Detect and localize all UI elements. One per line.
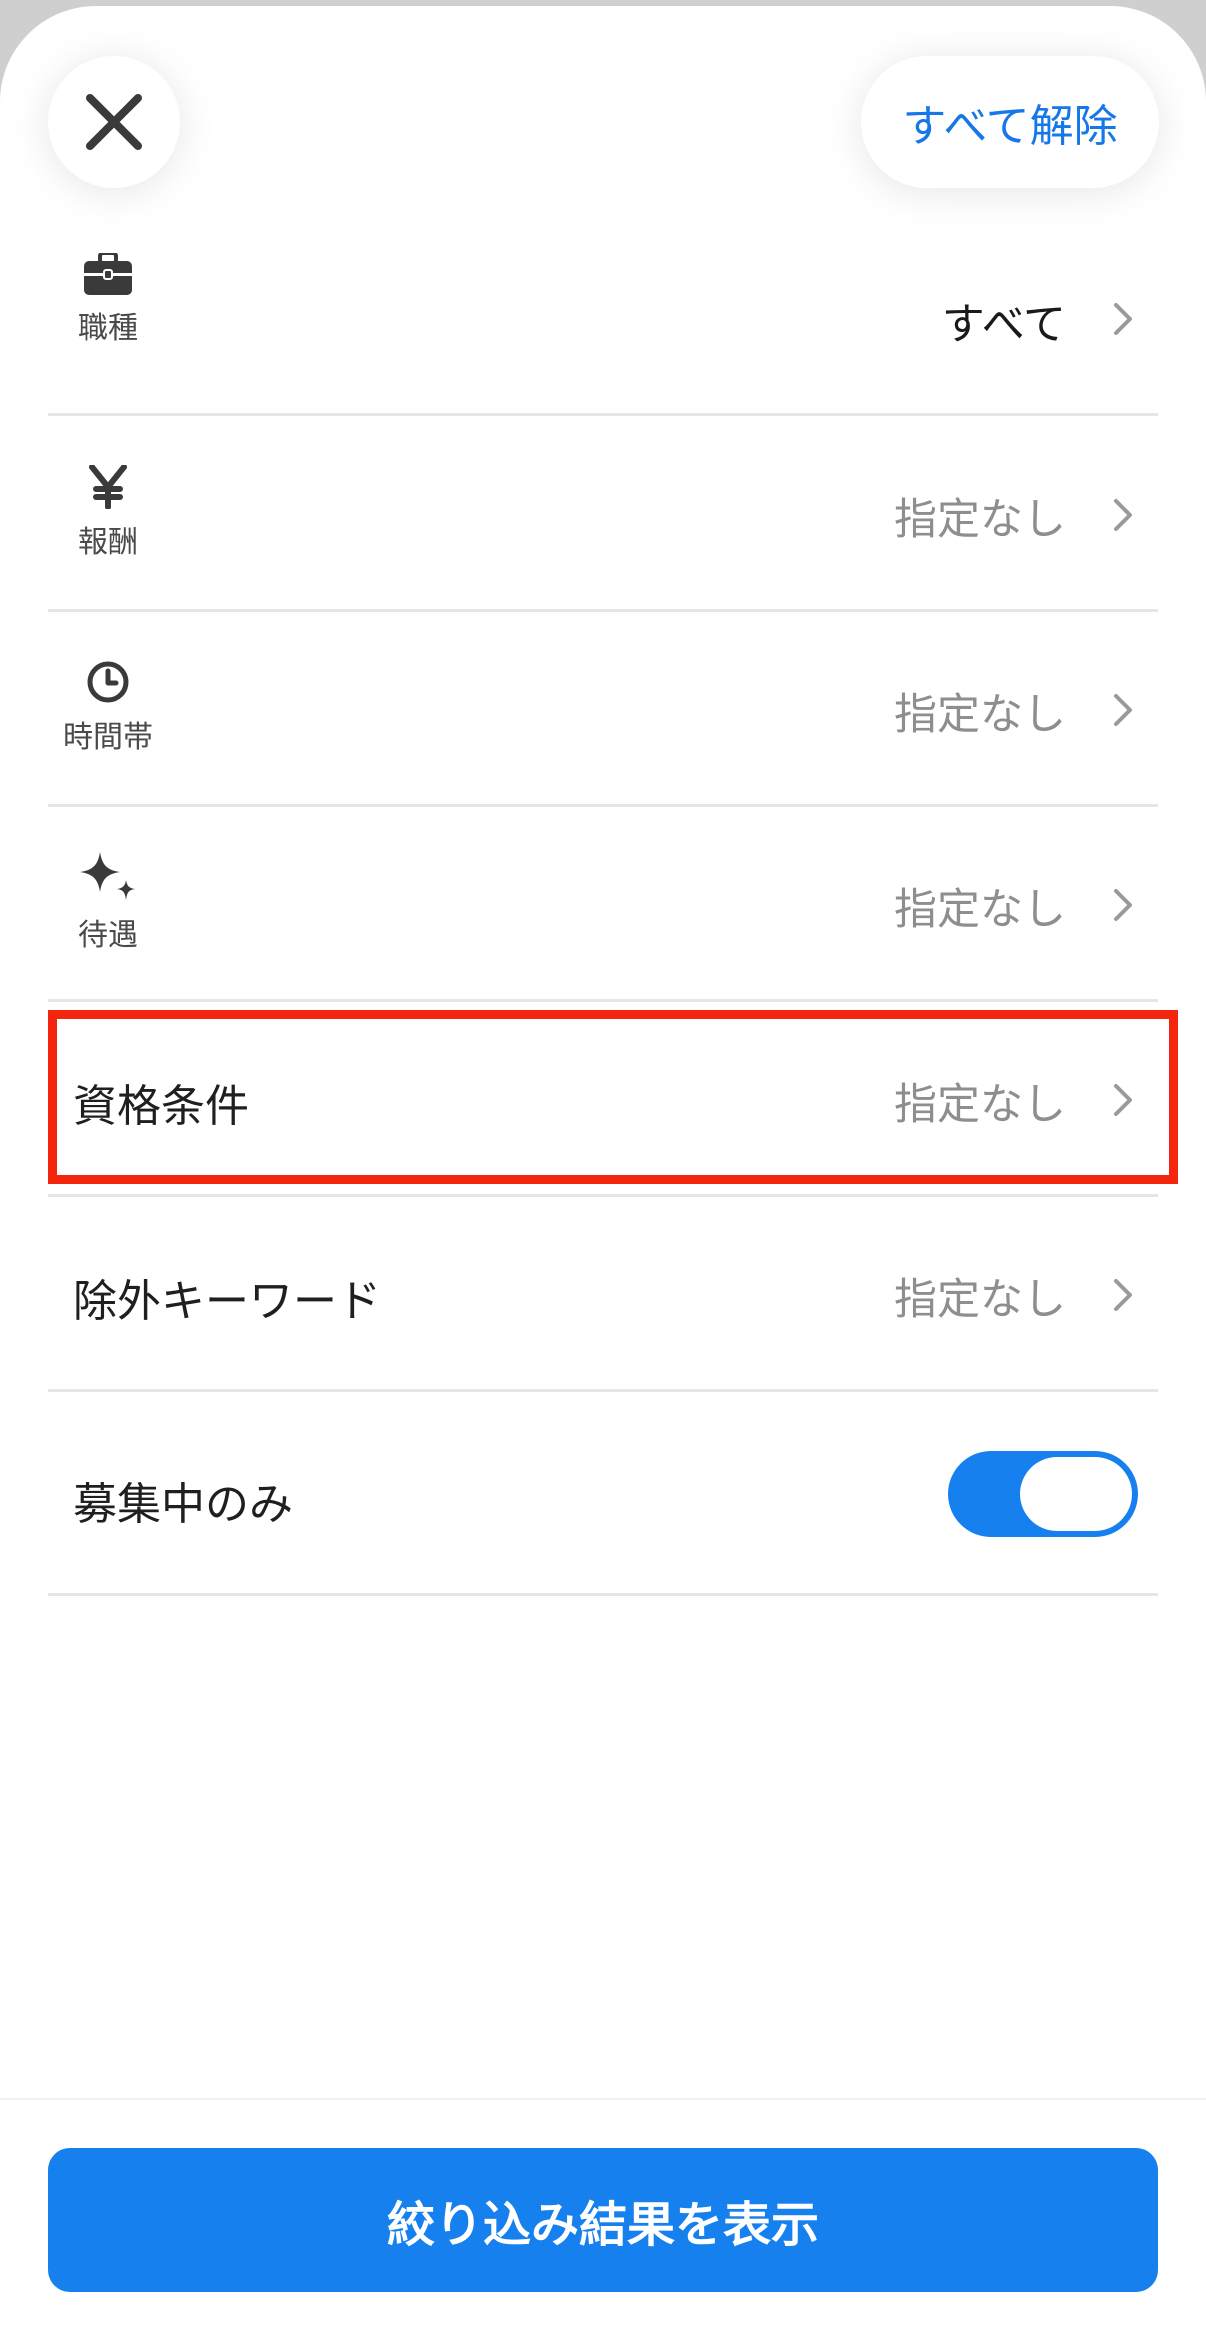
filter-row-qualifications[interactable]: 資格条件 指定なし	[48, 1002, 1158, 1197]
filter-value-time: 指定なし	[894, 690, 1066, 740]
open-only-toggle[interactable]	[948, 1451, 1138, 1537]
filter-label-benefits: 待遇	[78, 918, 138, 953]
filter-row-time[interactable]: 時間帯 指定なし	[48, 612, 1158, 807]
filter-label-pay: 報酬	[78, 525, 138, 560]
filter-row-exclude-keywords[interactable]: 除外キーワード 指定なし	[48, 1197, 1158, 1392]
filter-label-time: 時間帯	[63, 720, 153, 755]
clear-all-button[interactable]: すべて解除	[861, 56, 1159, 188]
chevron-right-icon	[1114, 889, 1132, 921]
chevron-right-icon	[1114, 1279, 1132, 1311]
filter-row-benefits[interactable]: 待遇 指定なし	[48, 807, 1158, 1002]
close-button[interactable]	[48, 56, 180, 188]
chevron-right-icon	[1114, 499, 1132, 531]
clock-icon	[87, 661, 129, 703]
sparkle-icon	[80, 852, 135, 900]
chevron-right-icon	[1114, 303, 1132, 335]
toggle-knob	[1020, 1457, 1132, 1531]
show-results-button[interactable]: 絞り込み結果を表示	[48, 2148, 1158, 2292]
filter-row-pay[interactable]: 報酬 指定なし	[48, 417, 1158, 612]
filter-value-qualifications: 指定なし	[894, 1080, 1066, 1130]
filter-label-open-only: 募集中のみ	[73, 1479, 293, 1530]
close-icon	[86, 94, 142, 150]
filter-label-exclude-keywords: 除外キーワード	[73, 1276, 381, 1327]
filter-row-open-only: 募集中のみ	[48, 1392, 1158, 1596]
chevron-right-icon	[1114, 1084, 1132, 1116]
yen-icon	[89, 465, 127, 509]
filter-row-job-type[interactable]: 職種 すべて	[48, 226, 1158, 416]
filter-value-exclude-keywords: 指定なし	[894, 1275, 1066, 1325]
filter-sheet: すべて解除 職種 すべて 報酬 指定なし 時間帯 指定なし 待遇 指定なし 資格…	[0, 6, 1206, 2327]
filter-label-qualifications: 資格条件	[73, 1081, 249, 1132]
filter-value-pay: 指定なし	[894, 495, 1066, 545]
filter-label-job-type: 職種	[78, 310, 138, 346]
filter-value-benefits: 指定なし	[894, 885, 1066, 935]
briefcase-icon	[84, 252, 132, 295]
chevron-right-icon	[1114, 694, 1132, 726]
filter-value-job-type: すべて	[941, 300, 1066, 350]
